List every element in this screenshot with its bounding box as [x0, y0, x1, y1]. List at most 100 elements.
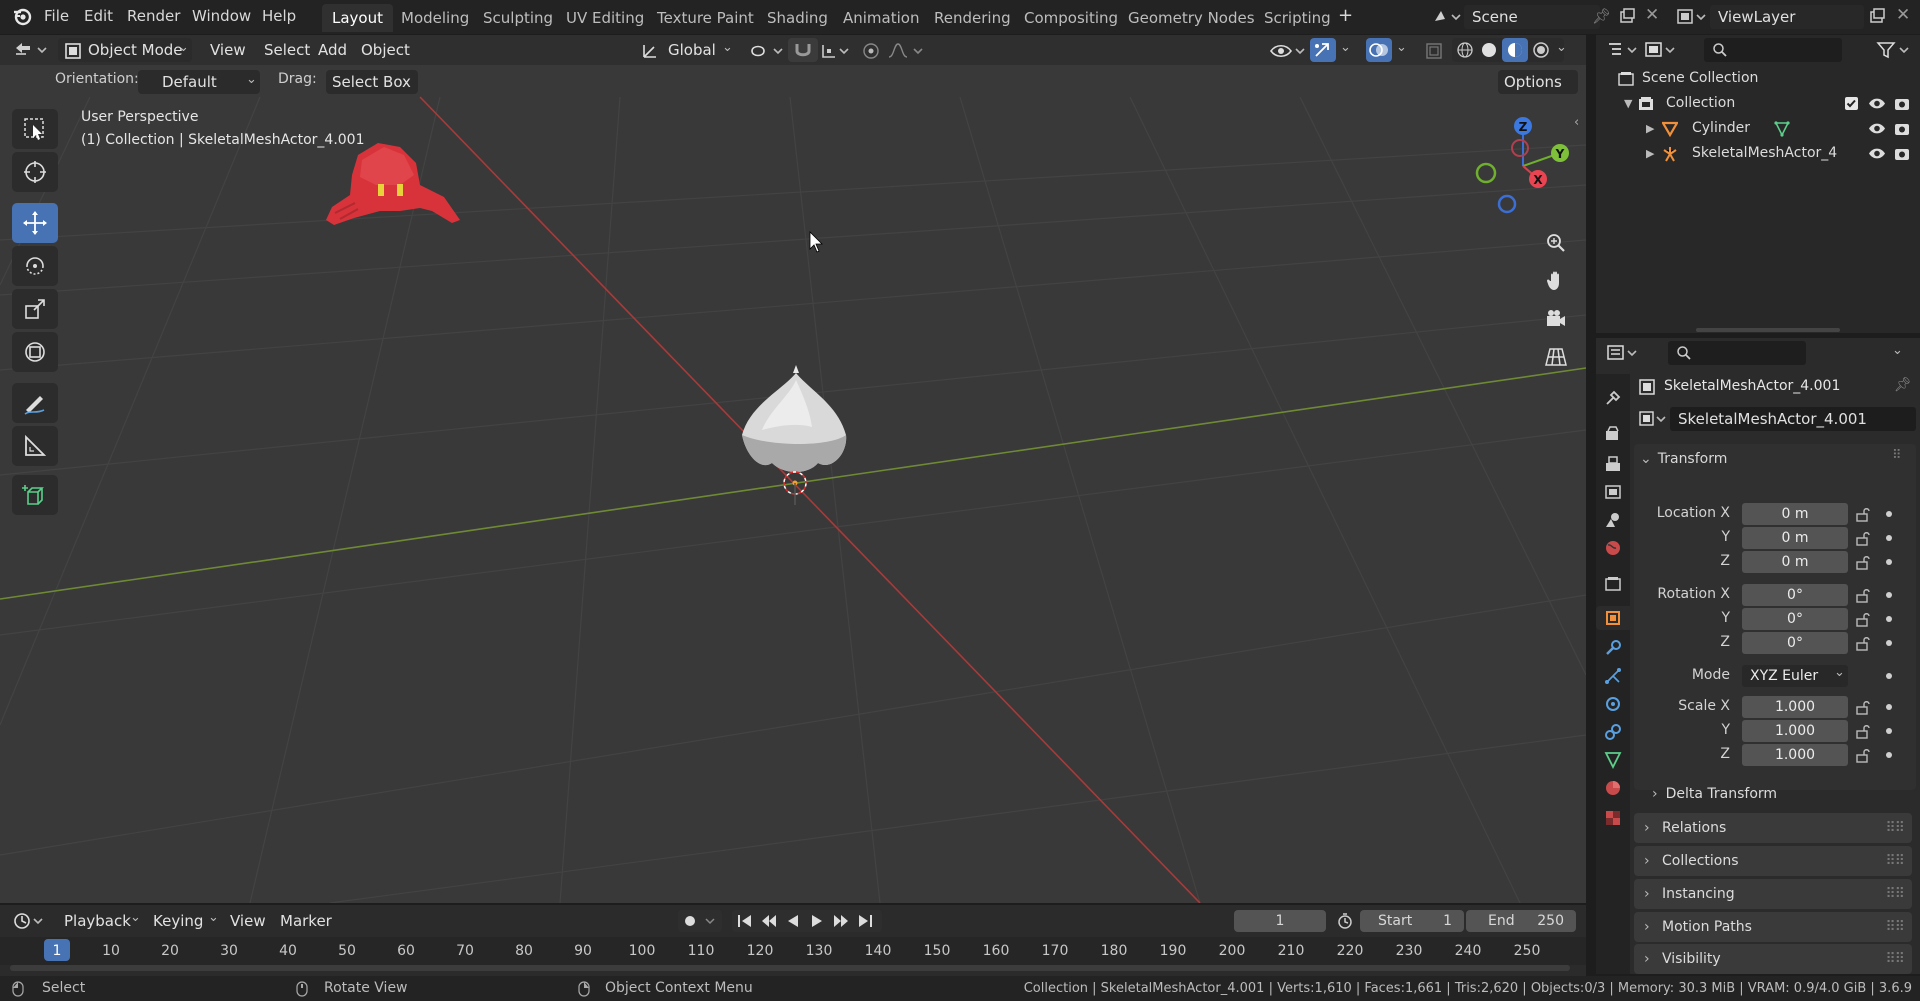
- object-name-field[interactable]: SkeletalMeshActor_4.001: [1670, 407, 1916, 431]
- lock-icon[interactable]: [1855, 723, 1871, 739]
- menu-keying[interactable]: Keying: [147, 909, 209, 933]
- panel-motion-paths[interactable]: › Motion Paths ⠿⠿: [1634, 912, 1912, 942]
- gizmo-toggle[interactable]: [1310, 38, 1336, 62]
- drag-handle-icon[interactable]: ⠿⠿: [1885, 944, 1904, 974]
- tab-constraints[interactable]: [1601, 720, 1625, 744]
- drag-handle-icon[interactable]: ⠿: [1892, 448, 1902, 463]
- eye-icon[interactable]: [1868, 146, 1886, 161]
- display-mode-icon[interactable]: [1644, 40, 1680, 60]
- tab-rendering[interactable]: Rendering: [924, 4, 1021, 32]
- rotation-y-field[interactable]: 0°: [1742, 608, 1848, 630]
- properties-editor-type-icon[interactable]: [1606, 343, 1642, 363]
- filter-icon[interactable]: [1876, 40, 1916, 60]
- keyframe-dot[interactable]: [1886, 616, 1892, 622]
- tool-move[interactable]: [12, 203, 58, 243]
- outliner-item-skeletal-mesh-actor[interactable]: ▶ SkeletalMeshActor_4: [1596, 141, 1920, 166]
- red-character-mesh[interactable]: [326, 143, 460, 225]
- tab-collection[interactable]: [1601, 572, 1625, 596]
- scene-name-field[interactable]: Scene: [1464, 5, 1600, 29]
- tab-texture-paint[interactable]: Texture Paint: [647, 4, 764, 32]
- tab-object-data[interactable]: [1601, 748, 1625, 772]
- scale-y-field[interactable]: 1.000: [1742, 720, 1848, 742]
- snap-toggle[interactable]: [788, 38, 818, 62]
- tab-scripting[interactable]: Scripting: [1254, 4, 1341, 32]
- pan-button[interactable]: [1540, 265, 1572, 297]
- menu-file[interactable]: File: [44, 7, 69, 25]
- scale-x-field[interactable]: 1.000: [1742, 696, 1848, 718]
- disclosure-triangle-icon[interactable]: ▼: [1624, 91, 1632, 116]
- rotation-mode-dropdown[interactable]: XYZ Euler: [1742, 665, 1848, 687]
- tab-uv-editing[interactable]: UV Editing: [556, 4, 654, 32]
- transform-orientation-dropdown[interactable]: Global: [662, 38, 722, 62]
- tool-add-cube[interactable]: [12, 475, 58, 515]
- auto-keying-toggle[interactable]: [678, 910, 722, 932]
- panel-visibility[interactable]: › Visibility ⠿⠿: [1634, 944, 1912, 974]
- tab-animation[interactable]: Animation: [833, 4, 929, 32]
- panel-relations[interactable]: › Relations ⠿⠿: [1634, 813, 1912, 843]
- new-scene-icon[interactable]: [1618, 7, 1636, 25]
- tool-select-box[interactable]: [12, 109, 58, 149]
- tab-modeling[interactable]: Modeling: [391, 4, 479, 32]
- location-y-field[interactable]: 0 m: [1742, 527, 1848, 549]
- add-workspace-button[interactable]: +: [1338, 5, 1353, 26]
- sidebar-toggle-icon[interactable]: ‹: [1574, 115, 1579, 130]
- chevron-down-icon[interactable]: ⌄: [1396, 40, 1407, 55]
- editor-type-icon[interactable]: [12, 40, 48, 60]
- keyframe-dot[interactable]: [1886, 704, 1892, 710]
- scene-selector-icon[interactable]: [1431, 7, 1461, 27]
- lock-icon[interactable]: [1855, 747, 1871, 763]
- zoom-button[interactable]: [1540, 227, 1572, 259]
- location-z-field[interactable]: 0 m: [1742, 551, 1848, 573]
- camera-view-button[interactable]: [1540, 303, 1572, 335]
- disclosure-triangle-icon[interactable]: ▶: [1646, 116, 1654, 141]
- blender-logo-icon[interactable]: [12, 6, 32, 26]
- tool-measure[interactable]: [12, 426, 58, 466]
- proportional-editing-icon[interactable]: [860, 41, 882, 61]
- tab-tool[interactable]: [1601, 386, 1625, 410]
- tab-view-layer[interactable]: [1601, 480, 1625, 504]
- outliner-editor-type-icon[interactable]: [1606, 40, 1642, 60]
- keyframe-dot[interactable]: [1886, 673, 1892, 679]
- outliner-scene-collection[interactable]: Scene Collection: [1596, 66, 1920, 91]
- render-camera-icon[interactable]: [1894, 96, 1910, 111]
- drag-handle-icon[interactable]: ⠿⠿: [1885, 813, 1904, 843]
- view-layer-icon[interactable]: [1676, 7, 1706, 27]
- menu-view[interactable]: View: [204, 38, 252, 62]
- snap-target-icon[interactable]: [820, 41, 852, 61]
- scale-z-field[interactable]: 1.000: [1742, 744, 1848, 766]
- data-browse-button[interactable]: [1636, 407, 1670, 431]
- toggle-perspective-button[interactable]: [1540, 341, 1572, 373]
- eye-icon[interactable]: [1868, 121, 1886, 136]
- eye-icon[interactable]: [1868, 96, 1886, 111]
- lock-icon[interactable]: [1855, 554, 1871, 570]
- tool-annotate[interactable]: [12, 383, 58, 423]
- solid-shading-icon[interactable]: [1480, 41, 1498, 59]
- keyframe-dot[interactable]: [1886, 592, 1892, 598]
- 3d-viewport[interactable]: Object Mode ⌄ View Select Add Object Glo…: [0, 35, 1586, 903]
- start-frame-field[interactable]: Start 1: [1360, 910, 1464, 932]
- overlays-toggle[interactable]: [1366, 38, 1392, 62]
- keyframe-dot[interactable]: [1886, 640, 1892, 646]
- current-frame-field[interactable]: 1: [1234, 910, 1326, 932]
- chevron-down-icon[interactable]: ⌄: [1556, 40, 1567, 55]
- pin-scene-icon[interactable]: 📌︎: [1592, 7, 1611, 25]
- keyframe-dot[interactable]: [1886, 511, 1892, 517]
- lock-icon[interactable]: [1855, 530, 1871, 546]
- keyframe-dot[interactable]: [1886, 559, 1892, 565]
- wireframe-shading-icon[interactable]: [1456, 41, 1474, 59]
- lock-icon[interactable]: [1855, 506, 1871, 522]
- tab-texture[interactable]: [1601, 806, 1625, 830]
- menu-object[interactable]: Object: [355, 38, 416, 62]
- menu-render[interactable]: Render: [127, 7, 180, 25]
- pivot-point-icon[interactable]: [748, 41, 788, 61]
- menu-window[interactable]: Window: [192, 7, 251, 25]
- jump-start-icon[interactable]: [736, 913, 754, 929]
- keyframe-dot[interactable]: [1886, 535, 1892, 541]
- disclosure-triangle-icon[interactable]: ▶: [1646, 141, 1654, 166]
- tab-particles[interactable]: [1601, 664, 1625, 688]
- menu-select[interactable]: Select: [258, 38, 316, 62]
- options-dropdown[interactable]: Options: [1498, 70, 1578, 94]
- keyframe-dot[interactable]: [1886, 752, 1892, 758]
- play-reverse-icon[interactable]: [784, 913, 802, 929]
- outliner-item-cylinder[interactable]: ▶ Cylinder: [1596, 116, 1920, 141]
